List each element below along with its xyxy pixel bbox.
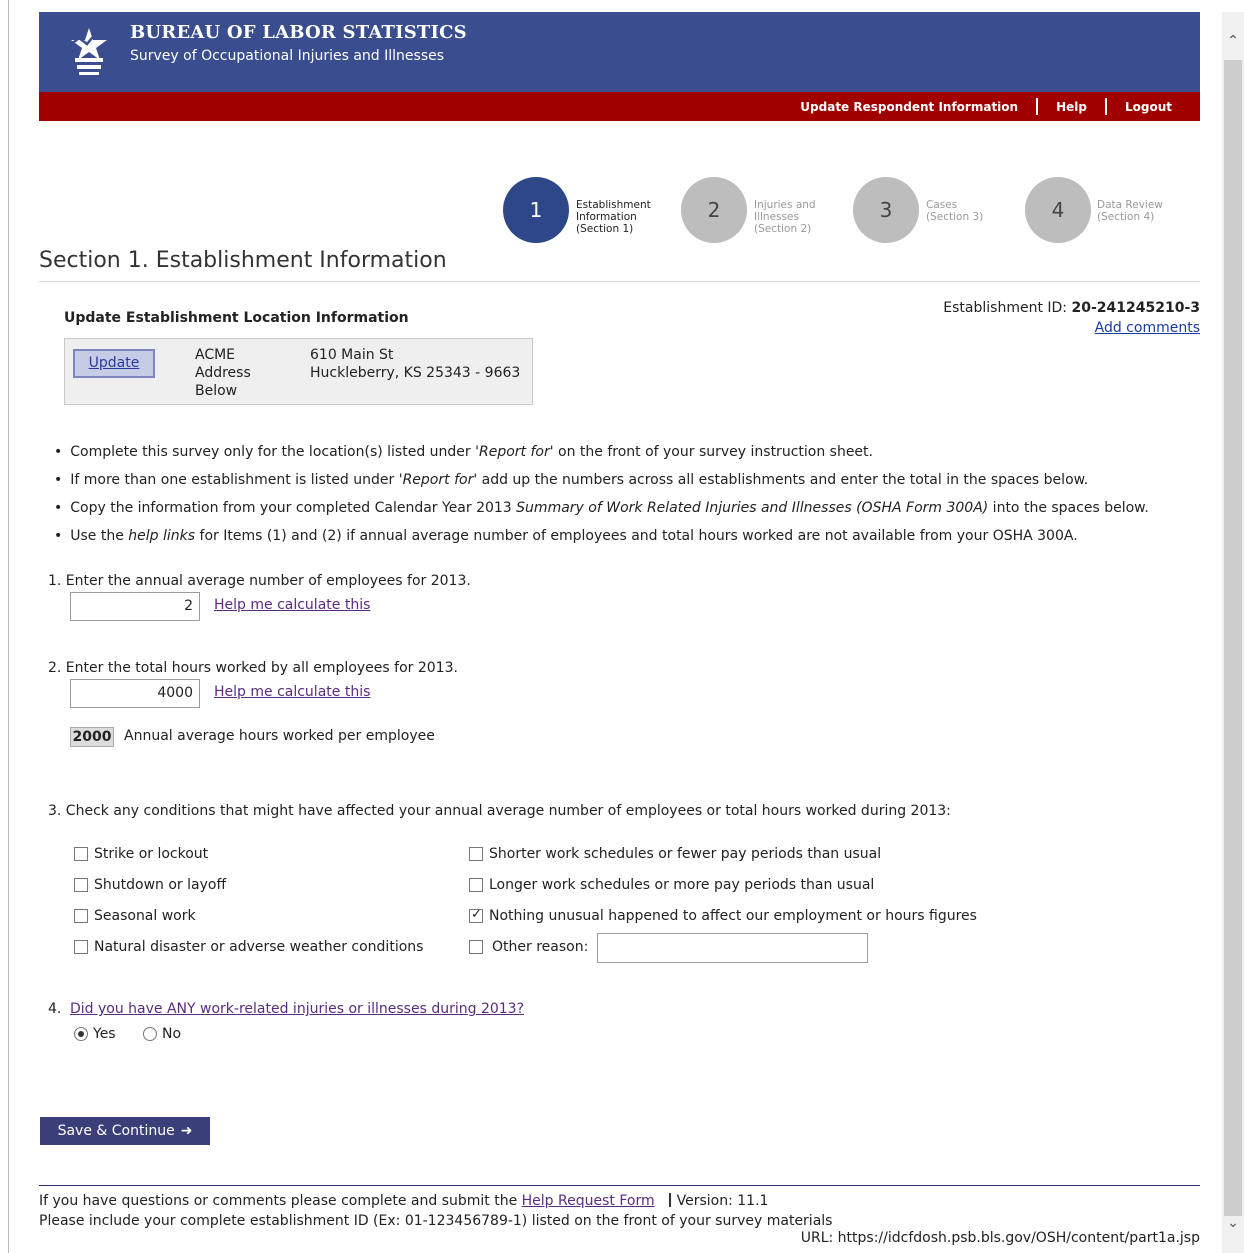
logout-link[interactable]: Logout: [1125, 100, 1172, 114]
bls-logo-icon: [68, 26, 110, 75]
site-title: BUREAU OF LABOR STATISTICS: [130, 22, 467, 43]
checkbox-box[interactable]: [74, 909, 88, 923]
establishment-address: 610 Main St Huckleberry, KS 25343 - 9663: [310, 346, 530, 382]
instruction-item: Complete this survey only for the locati…: [54, 440, 1149, 468]
natural-disaster-checkbox[interactable]: Natural disaster or adverse weather cond…: [74, 939, 423, 955]
top-nav-bar: Update Respondent Information Help Logou…: [39, 92, 1200, 121]
location-box: Update ACME Address Below 610 Main St Hu…: [64, 338, 533, 405]
instruction-item: Copy the information from your completed…: [54, 496, 1149, 524]
step-1-circle: 1: [503, 177, 569, 243]
page-url: URL: https://idcfdosh.psb.bls.gov/OSH/co…: [800, 1230, 1200, 1246]
update-location-button[interactable]: Update: [73, 349, 155, 378]
question-3-text: 3. Check any conditions that might have …: [48, 803, 951, 819]
instructions-list: Complete this survey only for the locati…: [54, 440, 1149, 552]
establishment-id-value: 20-241245210-3: [1071, 300, 1200, 316]
shorter-schedules-checkbox[interactable]: Shorter work schedules or fewer pay peri…: [469, 846, 881, 862]
footer-id-note: Please include your complete establishme…: [39, 1213, 833, 1229]
nothing-unusual-checkbox[interactable]: Nothing unusual happened to affect our e…: [469, 907, 977, 924]
add-comments-link[interactable]: Add comments: [1095, 320, 1200, 336]
establishment-name: ACME Address Below: [195, 347, 251, 399]
page-title: Section 1. Establishment Information: [39, 248, 447, 273]
step-2-circle: 2: [681, 177, 747, 243]
avg-hours-value: 2000: [70, 727, 114, 747]
version-label: Version: 11.1: [676, 1193, 769, 1209]
instruction-item: If more than one establishment is listed…: [54, 468, 1149, 496]
scroll-up-icon[interactable]: ⌃: [1222, 26, 1244, 56]
question-1-text: 1. Enter the annual average number of em…: [48, 573, 471, 589]
longer-schedules-checkbox[interactable]: Longer work schedules or more pay period…: [469, 877, 874, 893]
question-4-number: 4.: [48, 1001, 62, 1017]
shutdown-checkbox[interactable]: Shutdown or layoff: [74, 877, 226, 893]
other-reason-input[interactable]: [597, 933, 868, 963]
footer-divider: [39, 1185, 1200, 1186]
employees-input[interactable]: 2: [70, 592, 200, 621]
question-4-link[interactable]: Did you have ANY work-related injuries o…: [70, 1001, 524, 1017]
no-radio[interactable]: No: [143, 1026, 181, 1042]
help-calculate-employees-link[interactable]: Help me calculate this: [214, 597, 370, 613]
yes-radio[interactable]: Yes: [74, 1026, 116, 1042]
save-continue-label: Save & Continue: [57, 1123, 175, 1139]
address-street: 610 Main St: [310, 347, 394, 363]
step-4-label: Data Review (Section 4): [1097, 199, 1163, 223]
checkbox-checked-icon[interactable]: [469, 907, 483, 923]
step-2-label: Injuries and Illnesses (Section 2): [754, 199, 816, 235]
establishment-id-label: Establishment ID:: [943, 300, 1068, 316]
question-2-text: 2. Enter the total hours worked by all e…: [48, 660, 458, 676]
help-calculate-hours-link[interactable]: Help me calculate this: [214, 684, 370, 700]
help-request-form-link[interactable]: Help Request Form: [522, 1193, 655, 1209]
checkbox-box[interactable]: [469, 847, 483, 861]
checkbox-box[interactable]: [74, 940, 88, 954]
scroll-thumb[interactable]: [1224, 60, 1242, 1216]
hours-input[interactable]: 4000: [70, 679, 200, 708]
other-reason-checkbox[interactable]: Other reason:: [469, 939, 588, 955]
checkbox-box[interactable]: [469, 940, 483, 954]
site-header: BUREAU OF LABOR STATISTICS Survey of Occ…: [39, 12, 1200, 92]
strike-checkbox[interactable]: Strike or lockout: [74, 846, 208, 862]
step-4-circle: 4: [1025, 177, 1091, 243]
update-respondent-link[interactable]: Update Respondent Information: [800, 100, 1018, 114]
address-city-line: Huckleberry, KS 25343 - 9663: [310, 365, 521, 381]
site-subtitle: Survey of Occupational Injuries and Illn…: [130, 48, 445, 64]
establishment-id: Establishment ID: 20-241245210-3: [943, 300, 1200, 316]
instruction-item: Use the help links for Items (1) and (2)…: [54, 524, 1149, 552]
avg-hours-label: Annual average hours worked per employee: [124, 728, 435, 744]
footer-separator: [668, 1193, 671, 1207]
step-3-circle: 3: [853, 177, 919, 243]
save-continue-button[interactable]: Save & Continue ➜: [40, 1117, 210, 1145]
step-3-label: Cases (Section 3): [926, 199, 984, 223]
nav-separator: [1104, 98, 1107, 115]
window-border: [8, 0, 9, 1253]
section-divider: [39, 281, 1200, 282]
vertical-scrollbar[interactable]: ⌃ ⌄: [1222, 12, 1244, 1253]
location-heading: Update Establishment Location Informatio…: [64, 310, 409, 326]
checkbox-box[interactable]: [74, 878, 88, 892]
checkbox-box[interactable]: [74, 847, 88, 861]
scroll-down-icon[interactable]: ⌄: [1222, 1208, 1244, 1238]
nav-separator: [1036, 98, 1039, 115]
seasonal-checkbox[interactable]: Seasonal work: [74, 908, 196, 924]
arrow-right-icon: ➜: [180, 1123, 193, 1139]
radio-selected-icon[interactable]: [74, 1027, 88, 1041]
radio-icon[interactable]: [143, 1027, 157, 1041]
checkbox-box[interactable]: [469, 878, 483, 892]
footer-help-line: If you have questions or comments please…: [39, 1193, 769, 1209]
step-1-label: Establishment Information (Section 1): [576, 199, 651, 235]
help-link[interactable]: Help: [1056, 100, 1087, 114]
